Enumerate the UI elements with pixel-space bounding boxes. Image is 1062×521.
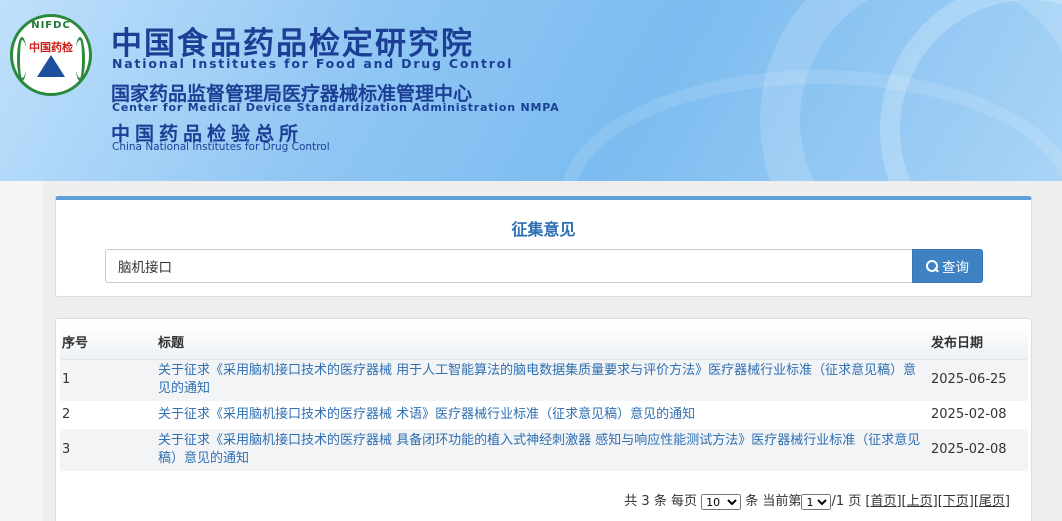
pager-per-page-unit: 条 [745,494,759,509]
results-panel: 序号 标题 发布日期 1 关于征求《采用脑机接口技术的医疗器械 用于人工智能算法… [55,318,1032,521]
row-date: 2025-02-08 [927,429,1028,471]
logo-cn-text: 中国药检 [29,41,73,54]
pager-current-label: 当前第 [762,494,802,509]
site-title-en: National Institutes for Food and Drug Co… [112,56,514,71]
row-title: 关于征求《采用脑机接口技术的医疗器械 术语》医疗器械行业标准（征求意见稿）意见的… [156,401,927,429]
search-button-label: 查询 [942,260,969,276]
row-title: 关于征求《采用脑机接口技术的医疗器械 用于人工智能算法的脑电数据集质量要求与评价… [156,359,927,401]
search-panel: 征集意见 查询 [55,196,1032,297]
search-icon [926,260,938,272]
pager-page-total: /1 页 [831,494,862,509]
row-index: 2 [62,407,71,422]
table-row: 2 关于征求《采用脑机接口技术的医疗器械 术语》医疗器械行业标准（征求意见稿）意… [60,401,1028,429]
pager-total-prefix: 共 [624,494,638,509]
row-title-link[interactable]: 关于征求《采用脑机接口技术的医疗器械 具备闭环功能的植入式神经刺激器 感知与响应… [158,433,920,466]
first-page-link[interactable]: [首页] [865,494,901,509]
row-date: 2025-06-25 [927,359,1028,401]
row-index: 3 [60,429,156,471]
logo-ring-text: NIFDC [31,20,71,31]
row-title-link[interactable]: 关于征求《采用脑机接口技术的医疗器械 术语》医疗器械行业标准（征求意见稿）意见的… [158,407,695,422]
row-title-link[interactable]: 关于征求《采用脑机接口技术的医疗器械 用于人工智能算法的脑电数据集质量要求与评价… [158,363,916,396]
search-input[interactable] [105,249,913,283]
pager-per-page-label: 每页 [670,494,697,509]
pager-total-unit: 条 [653,494,667,509]
row-index: 1 [60,359,156,401]
nifdc-logo-icon[interactable]: NIFDC 中国药检 [10,14,92,96]
left-margin [0,181,42,521]
site-third-title-en: China National Institutes for Drug Contr… [112,141,330,153]
results-table: 序号 标题 发布日期 1 关于征求《采用脑机接口技术的医疗器械 用于人工智能算法… [60,325,1028,471]
last-page-link[interactable]: [尾页] [974,494,1010,509]
next-page-link[interactable]: [下页] [938,494,974,509]
table-row: 3 关于征求《采用脑机接口技术的医疗器械 具备闭环功能的植入式神经刺激器 感知与… [60,429,1028,471]
panel-title: 征集意见 [511,220,576,239]
search-button[interactable]: 查询 [912,249,983,283]
page-select[interactable]: 1 [801,493,832,510]
table-row: 1 关于征求《采用脑机接口技术的医疗器械 用于人工智能算法的脑电数据集质量要求与… [60,359,1028,401]
table-header-row: 序号 标题 发布日期 [60,325,1028,360]
column-header-title: 标题 [156,325,927,360]
row-date: 2025-02-08 [931,407,1007,422]
pager-total: 3 [641,494,650,509]
logo-mark [37,55,65,77]
column-header-date: 发布日期 [927,325,1028,360]
row-title: 关于征求《采用脑机接口技术的医疗器械 具备闭环功能的植入式神经刺激器 感知与响应… [156,429,927,471]
header-banner: NIFDC 中国药检 中国食品药品检定研究院 National Institut… [0,0,1062,181]
pagination: 共 3 条 每页 10 条 当前第 1 /1 页 [首页][上页][下页][尾页… [606,490,1010,510]
site-subtitle-en: Center for Medical Device Standardizatio… [112,101,560,114]
prev-page-link[interactable]: [上页] [902,494,938,509]
per-page-select[interactable]: 10 [701,493,742,510]
column-header-index: 序号 [60,325,156,360]
